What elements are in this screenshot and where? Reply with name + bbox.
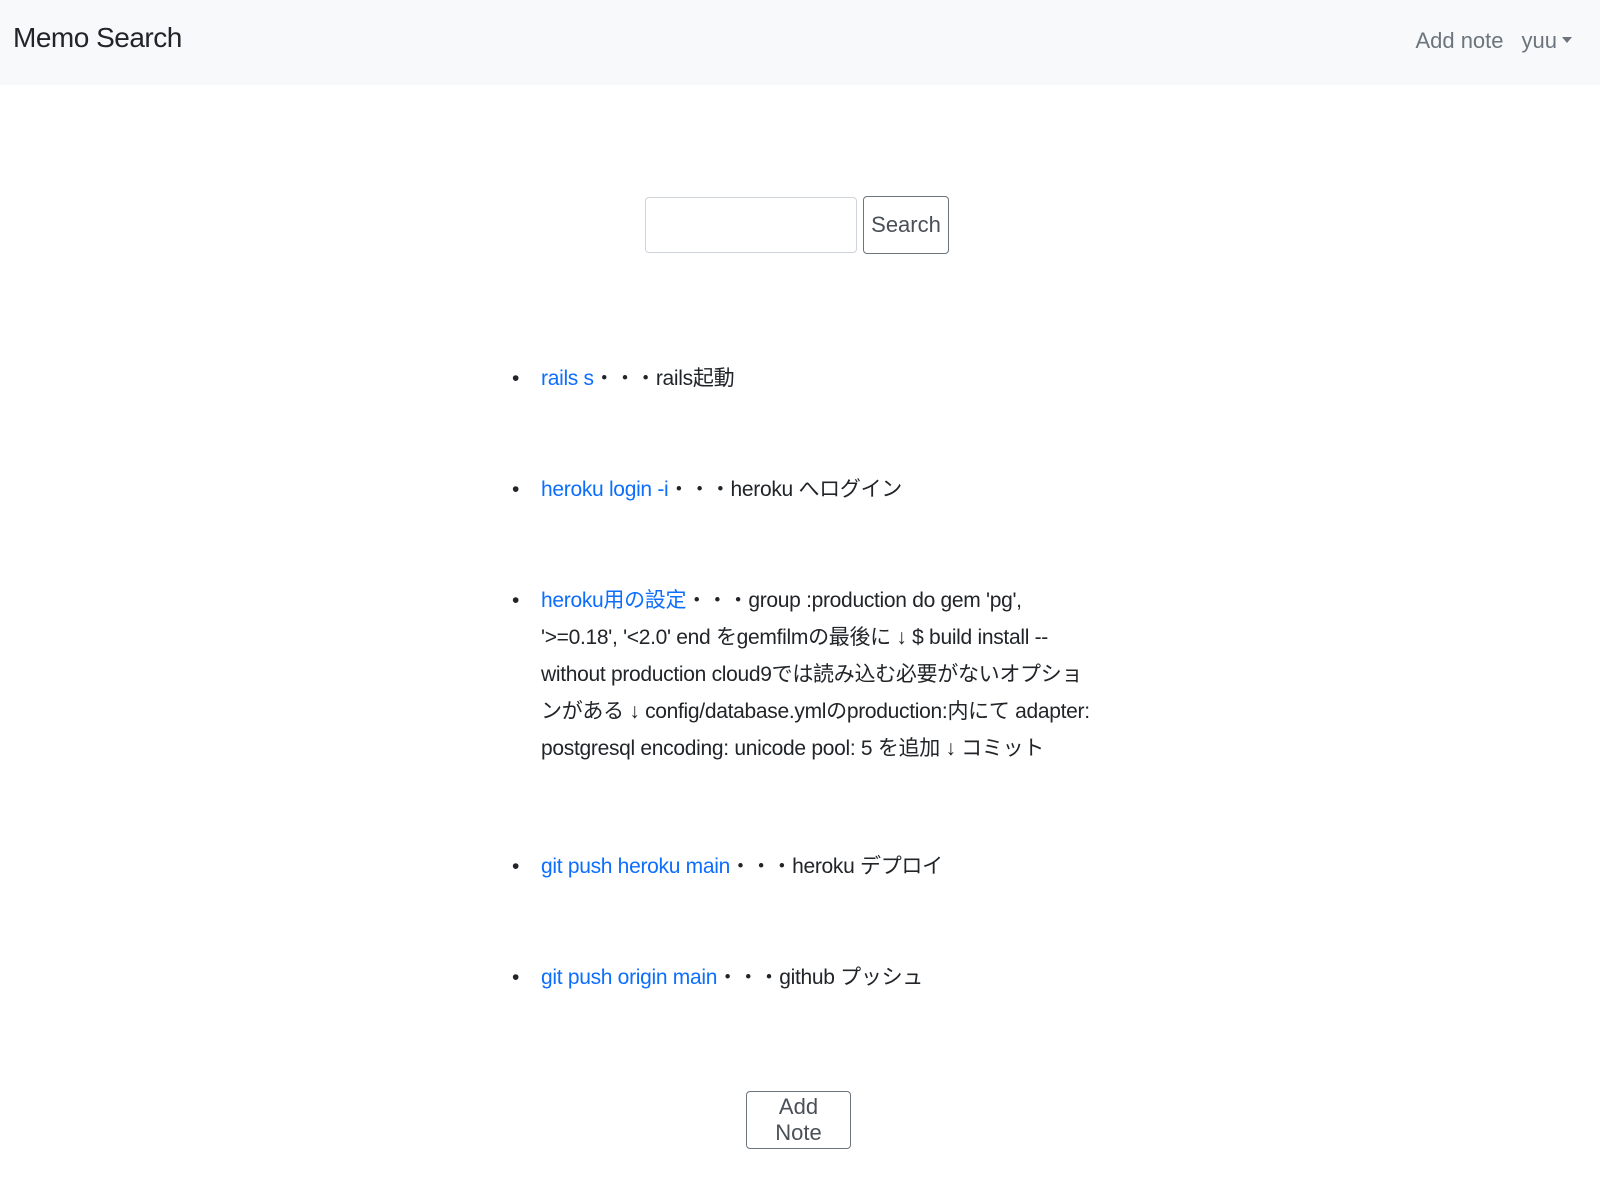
memo-body: group :production do gem 'pg', '>=0.18',…	[541, 589, 1090, 760]
memo-separator: ・・・	[717, 966, 780, 989]
caret-down-icon	[1562, 37, 1572, 43]
list-item: • rails s・・・rails起動	[512, 360, 735, 397]
search-input[interactable]	[645, 197, 857, 253]
memo-separator: ・・・	[593, 367, 656, 390]
bullet-icon: •	[512, 478, 520, 501]
memo-body: heroku へログイン	[730, 478, 903, 501]
memo-title-link[interactable]: git push origin main	[541, 966, 717, 989]
memo-body: heroku デプロイ	[792, 855, 943, 878]
user-menu-label: yuu	[1521, 28, 1557, 53]
memo-body: rails起動	[655, 367, 735, 390]
memo-body: github プッシュ	[779, 966, 923, 989]
brand-link[interactable]: Memo Search	[13, 22, 182, 54]
user-menu[interactable]: yuu	[1522, 28, 1572, 54]
bullet-icon: •	[512, 367, 520, 390]
memo-separator: ・・・	[686, 589, 749, 612]
navbar: Memo Search Add note yuu	[0, 0, 1600, 85]
list-item: • git push heroku main・・・heroku デプロイ	[512, 848, 943, 885]
memo-separator: ・・・	[729, 855, 793, 878]
search-button[interactable]: Search	[863, 196, 949, 254]
bullet-icon: •	[512, 855, 520, 878]
memo-title-link[interactable]: heroku login -i	[541, 478, 669, 501]
list-item: • heroku用の設定・・・group :production do gem …	[512, 582, 1102, 767]
bullet-icon: •	[512, 589, 520, 612]
memo-separator: ・・・	[668, 478, 731, 501]
bullet-icon: •	[512, 966, 520, 989]
list-item: • heroku login -i・・・heroku へログイン	[512, 471, 902, 508]
memo-title-link[interactable]: rails s	[541, 367, 594, 390]
add-note-link[interactable]: Add note	[1415, 28, 1503, 54]
memo-title-link[interactable]: heroku用の設定	[541, 589, 687, 612]
add-note-button[interactable]: Add Note	[746, 1091, 851, 1149]
search-form: Search	[645, 196, 949, 254]
memo-title-link[interactable]: git push heroku main	[541, 855, 730, 878]
list-item: • git push origin main・・・github プッシュ	[512, 959, 923, 996]
navbar-right: Add note yuu	[1415, 28, 1572, 54]
